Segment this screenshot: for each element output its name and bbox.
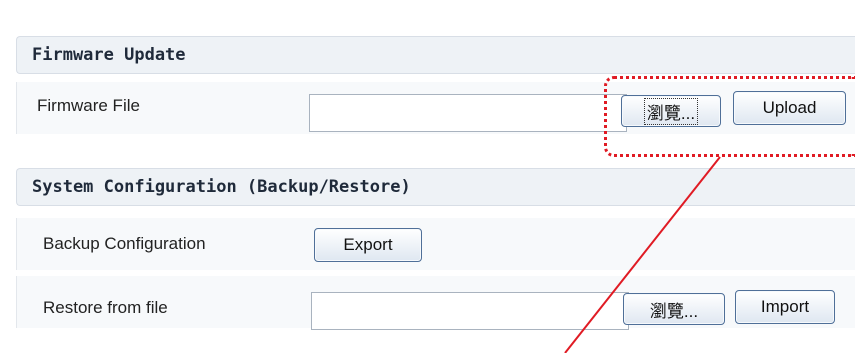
annotation-pointer-line [564, 156, 721, 353]
annotation-arrow-line [564, 156, 721, 353]
